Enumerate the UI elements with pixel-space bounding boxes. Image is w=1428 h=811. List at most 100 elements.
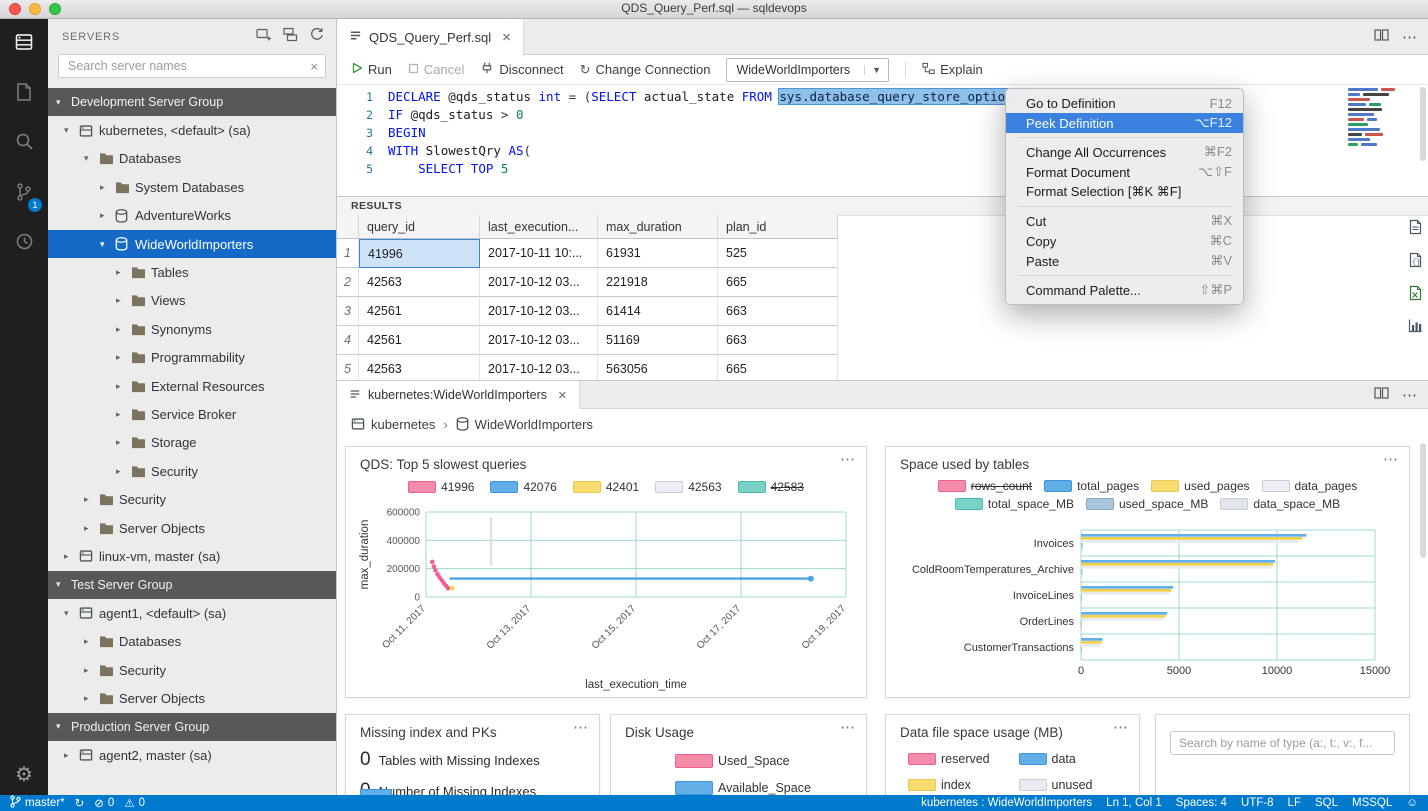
table-cell[interactable]: 2017-10-12 03... [480, 326, 598, 355]
menu-item[interactable]: Peek Definition ⌥F12 [1006, 113, 1243, 133]
status-item[interactable]: UTF-8 [1241, 797, 1274, 809]
widget-menu-icon[interactable]: ⋯ [840, 450, 856, 468]
table-cell[interactable]: 525 [718, 239, 838, 268]
code-line[interactable]: 2 IF @qds_status > 0 [337, 106, 1428, 124]
table-cell[interactable]: 61414 [598, 297, 718, 326]
collapsed-arrow-icon[interactable]: ▸ [64, 551, 79, 562]
database-dropdown[interactable]: WideWorldImporters ▼ [726, 57, 890, 82]
expanded-arrow-icon[interactable]: ▾ [56, 97, 71, 108]
breadcrumb-server[interactable]: kubernetes [351, 417, 435, 432]
refresh-icon[interactable] [309, 27, 324, 47]
status-item[interactable]: kubernetes : WideWorldImporters [921, 797, 1092, 809]
save-csv-icon[interactable] [1408, 219, 1423, 240]
expanded-arrow-icon[interactable]: ▾ [84, 153, 99, 164]
split-panel-icon[interactable] [1374, 386, 1389, 405]
legend-item[interactable]: 42583 [737, 480, 804, 494]
legend-item[interactable]: rows_count [937, 479, 1032, 493]
activity-search-button[interactable] [0, 119, 48, 169]
tree-item-server[interactable]: ▾ kubernetes, <default> (sa) [48, 116, 336, 144]
legend-item[interactable]: 42401 [572, 480, 639, 494]
legend-item[interactable]: data_space_MB [1220, 497, 1340, 511]
column-header[interactable]: last_execution... [480, 215, 598, 239]
collapsed-arrow-icon[interactable]: ▸ [116, 466, 131, 477]
titlebar[interactable]: QDS_Query_Perf.sql — sqldevops [0, 0, 1428, 19]
server-search-input[interactable] [66, 58, 307, 74]
legend-item[interactable]: data [1018, 752, 1130, 766]
widget-menu-icon[interactable]: ⋯ [1383, 450, 1399, 468]
warnings-status[interactable]: ⚠ 0 [124, 796, 145, 810]
code-line[interactable]: 1 DECLARE @qds_status int = (SELECT actua… [337, 88, 1428, 106]
editor-tab[interactable]: QDS_Query_Perf.sql × [337, 19, 524, 55]
split-editor-icon[interactable] [1374, 28, 1389, 47]
legend-item[interactable]: 42076 [490, 480, 557, 494]
save-json-icon[interactable]: {} [1408, 252, 1423, 273]
collapsed-arrow-icon[interactable]: ▸ [84, 523, 99, 534]
menu-item[interactable]: Change All Occurrences ⌘F2 [1006, 142, 1243, 162]
breadcrumb-database[interactable]: WideWorldImporters [456, 417, 593, 432]
legend-item[interactable]: data_pages [1261, 479, 1357, 493]
legend-item[interactable]: Available_Space [675, 781, 866, 795]
close-tab-icon[interactable]: × [502, 29, 511, 46]
widget-menu-icon[interactable]: ⋯ [840, 718, 856, 736]
new-connection-icon[interactable] [256, 27, 272, 47]
table-cell[interactable]: 2017-10-12 03... [480, 268, 598, 297]
collapsed-arrow-icon[interactable]: ▸ [84, 494, 99, 505]
legend-item[interactable]: 42563 [655, 480, 722, 494]
tree-item-database[interactable]: ▾ WideWorldImporters [48, 229, 336, 259]
change-connection-button[interactable]: ↻ Change Connection [580, 62, 711, 78]
expanded-arrow-icon[interactable]: ▾ [64, 125, 79, 136]
code-line[interactable]: 4 WITH SlowestQry AS( [337, 142, 1428, 160]
table-cell[interactable]: 61931 [598, 239, 718, 268]
errors-status[interactable]: ⊘ 0 [94, 796, 114, 810]
expanded-arrow-icon[interactable]: ▾ [56, 579, 71, 590]
server-group-header[interactable]: ▾ Test Server Group [48, 570, 336, 600]
legend-item[interactable]: unused [1018, 778, 1130, 792]
collapsed-arrow-icon[interactable]: ▸ [100, 210, 115, 221]
new-server-group-icon[interactable] [283, 27, 298, 47]
tree-item-folder[interactable]: ▸ Tables [48, 258, 336, 286]
menu-item[interactable]: Paste ⌘V [1006, 251, 1243, 271]
activity-connections-button[interactable] [0, 19, 48, 69]
tree-item-folder[interactable]: ▸ Service Broker [48, 400, 336, 428]
table-row[interactable]: 5 42563 2017-10-12 03... 563056 665 [337, 355, 1398, 380]
dashboard-tab[interactable]: kubernetes:WideWorldImporters × [337, 381, 580, 409]
legend-item[interactable]: Used_Space [675, 754, 866, 768]
collapsed-arrow-icon[interactable]: ▸ [116, 437, 131, 448]
collapsed-arrow-icon[interactable]: ▸ [116, 295, 131, 306]
tree-item-server[interactable]: ▸ linux-vm, master (sa) [48, 542, 336, 570]
legend-item[interactable]: total_pages [1044, 479, 1139, 493]
feedback-smiley-icon[interactable]: ☺ [1406, 797, 1418, 809]
save-excel-icon[interactable] [1408, 285, 1423, 306]
object-search-input[interactable] [1170, 731, 1395, 755]
legend-item[interactable]: used_pages [1151, 479, 1250, 493]
activity-history-button[interactable] [0, 219, 48, 269]
minimap[interactable] [1348, 88, 1414, 164]
disconnect-button[interactable]: Disconnect [480, 62, 564, 78]
tree-item-folder[interactable]: ▸ External Resources [48, 372, 336, 400]
collapsed-arrow-icon[interactable]: ▸ [84, 665, 99, 676]
server-group-header[interactable]: ▾ Development Server Group [48, 88, 336, 117]
tree-item-folder[interactable]: ▸ Security [48, 485, 336, 513]
table-cell[interactable]: 42563 [359, 268, 480, 297]
collapsed-arrow-icon[interactable]: ▸ [116, 267, 131, 278]
table-cell[interactable]: 51169 [598, 326, 718, 355]
expanded-arrow-icon[interactable]: ▾ [64, 608, 79, 619]
settings-gear-icon[interactable]: ⚙ [0, 762, 48, 787]
menu-item[interactable]: Copy ⌘C [1006, 231, 1243, 251]
tree-item-folder[interactable]: ▸ Security [48, 656, 336, 684]
git-branch-status[interactable]: master* [10, 795, 65, 811]
code-editor[interactable]: 1 DECLARE @qds_status int = (SELECT actua… [337, 85, 1428, 196]
collapsed-arrow-icon[interactable]: ▸ [84, 693, 99, 704]
table-cell[interactable]: 42563 [359, 355, 480, 380]
code-line[interactable]: 3 BEGIN [337, 124, 1428, 142]
editor-scrollbar[interactable] [1420, 87, 1426, 161]
collapsed-arrow-icon[interactable]: ▸ [64, 750, 79, 761]
tree-item-folder[interactable]: ▸ Security [48, 457, 336, 485]
table-cell[interactable]: 2017-10-12 03... [480, 297, 598, 326]
tree-item-folder[interactable]: ▸ Synonyms [48, 315, 336, 343]
panel-more-actions-icon[interactable]: ⋯ [1402, 386, 1418, 404]
explain-button[interactable]: Explain [922, 62, 983, 78]
collapsed-arrow-icon[interactable]: ▸ [116, 352, 131, 363]
more-actions-icon[interactable]: ⋯ [1402, 28, 1418, 46]
tree-item-folder[interactable]: ▸ Server Objects [48, 684, 336, 712]
